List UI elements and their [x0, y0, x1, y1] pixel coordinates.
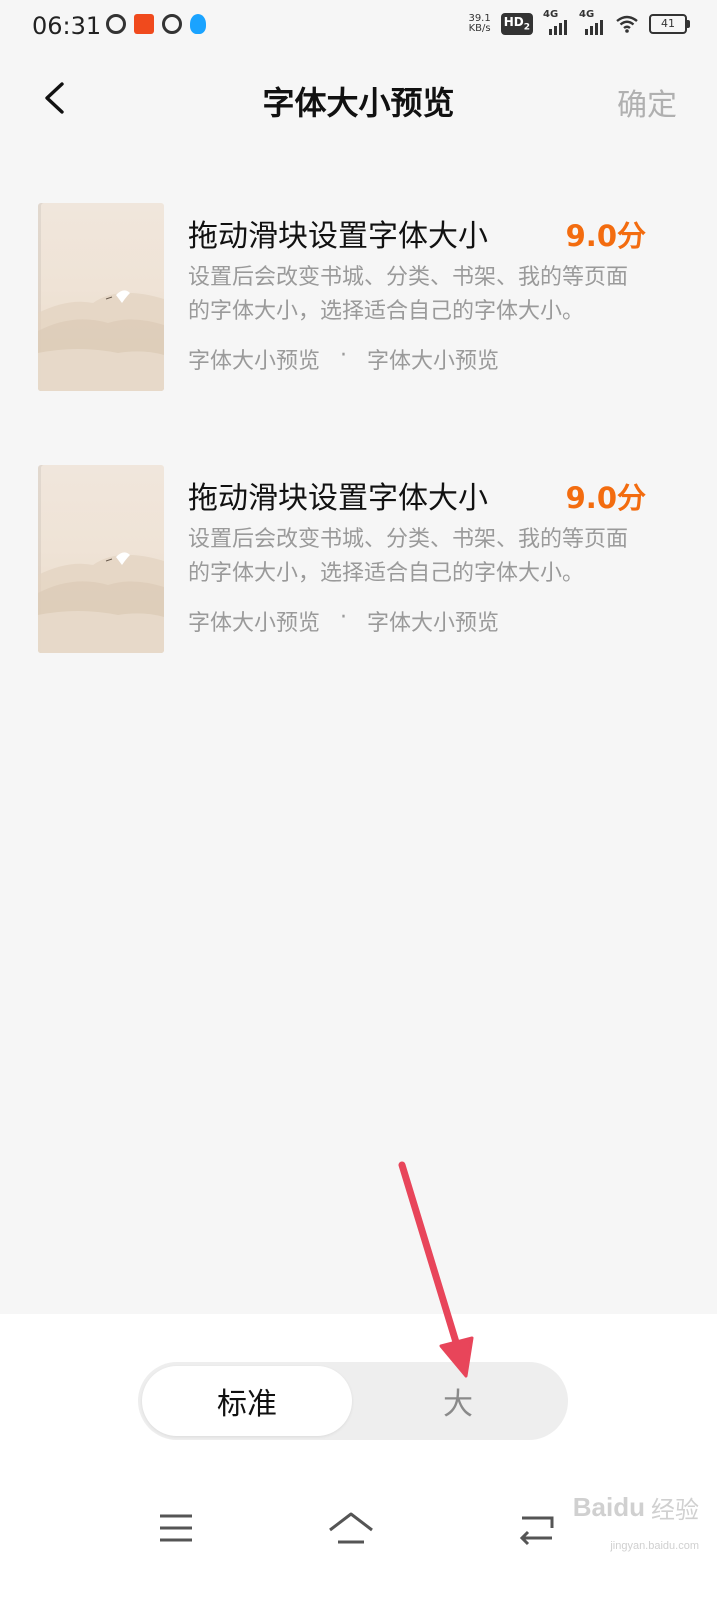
net-speed: 39.1 KB/s: [468, 14, 490, 34]
book-meta-left: 字体大小预览: [188, 349, 321, 374]
book-meta-dot: ·: [340, 605, 348, 630]
book-meta-left: 字体大小预览: [188, 611, 321, 636]
book-cover: [38, 465, 164, 653]
hd-sub: 2: [523, 22, 530, 33]
menu-icon: [160, 1514, 192, 1542]
red-app-icon: [134, 14, 154, 34]
home-icon: [329, 1512, 373, 1544]
hd-icon: HD2: [500, 13, 533, 35]
watermark-sub: 经验: [651, 1496, 699, 1524]
hd-label: HD: [503, 15, 524, 30]
title-bar: 字体大小预览 确定: [0, 66, 717, 136]
home-button[interactable]: [326, 1508, 376, 1548]
clock-app-icon: [162, 14, 182, 34]
status-time: 06:31: [32, 12, 102, 40]
book-score: 9.0分: [565, 219, 646, 253]
signal-label: 4G: [543, 9, 559, 20]
book-description: 设置后会改变书城、分类、书架、我的等页面的字体大小，选择适合自己的字体大小。: [188, 527, 629, 586]
q-app-icon: [106, 14, 126, 34]
signal-label: 4G: [579, 9, 595, 20]
book-description: 设置后会改变书城、分类、书架、我的等页面的字体大小，选择适合自己的字体大小。: [188, 265, 629, 324]
system-status-icons: 39.1 KB/s HD2 4G 4G 41: [468, 9, 690, 35]
font-size-option-large[interactable]: 大: [352, 1366, 564, 1436]
page-title: 字体大小预览: [262, 84, 455, 122]
font-size-option-standard[interactable]: 标准: [142, 1366, 352, 1436]
notification-icons: [106, 14, 206, 34]
qq-icon: [190, 14, 206, 34]
net-speed-unit: KB/s: [468, 23, 491, 34]
status-bar: 06:31 39.1 KB/s HD2 4G 4G 41: [0, 0, 717, 56]
landscape-illustration: [38, 552, 164, 653]
landscape-illustration: [38, 290, 164, 391]
signal-icon: 4G: [579, 9, 605, 35]
font-size-selector[interactable]: 标准 大: [138, 1362, 568, 1440]
book-meta-right: 字体大小预览: [367, 611, 500, 636]
menu-button[interactable]: [152, 1508, 202, 1548]
confirm-button[interactable]: 确定: [617, 80, 677, 124]
book-meta: 字体大小预览 · 字体大小预览: [188, 605, 499, 637]
book-card[interactable]: 拖动滑块设置字体大小 9.0分 设置后会改变书城、分类、书架、我的等页面的字体大…: [38, 203, 678, 393]
baidu-jingyan-watermark: Baidu 经验: [573, 1490, 699, 1525]
book-title: 拖动滑块设置字体大小: [188, 481, 488, 516]
book-meta-right: 字体大小预览: [367, 349, 500, 374]
book-meta: 字体大小预览 · 字体大小预览: [188, 343, 499, 375]
book-score: 9.0分: [565, 481, 646, 515]
book-meta-dot: ·: [340, 343, 348, 368]
signal-icon: 4G: [543, 9, 569, 35]
watermark-url: jingyan.baidu.com: [610, 1540, 699, 1552]
back-nav-button[interactable]: [512, 1508, 562, 1548]
battery-icon: 41: [649, 14, 690, 34]
book-title: 拖动滑块设置字体大小: [188, 219, 488, 254]
back-icon: [519, 1516, 554, 1546]
watermark-brand: Baidu: [572, 1492, 645, 1522]
book-cover: [38, 203, 164, 391]
book-card[interactable]: 拖动滑块设置字体大小 9.0分 设置后会改变书城、分类、书架、我的等页面的字体大…: [38, 465, 678, 655]
wifi-icon: [616, 15, 638, 33]
